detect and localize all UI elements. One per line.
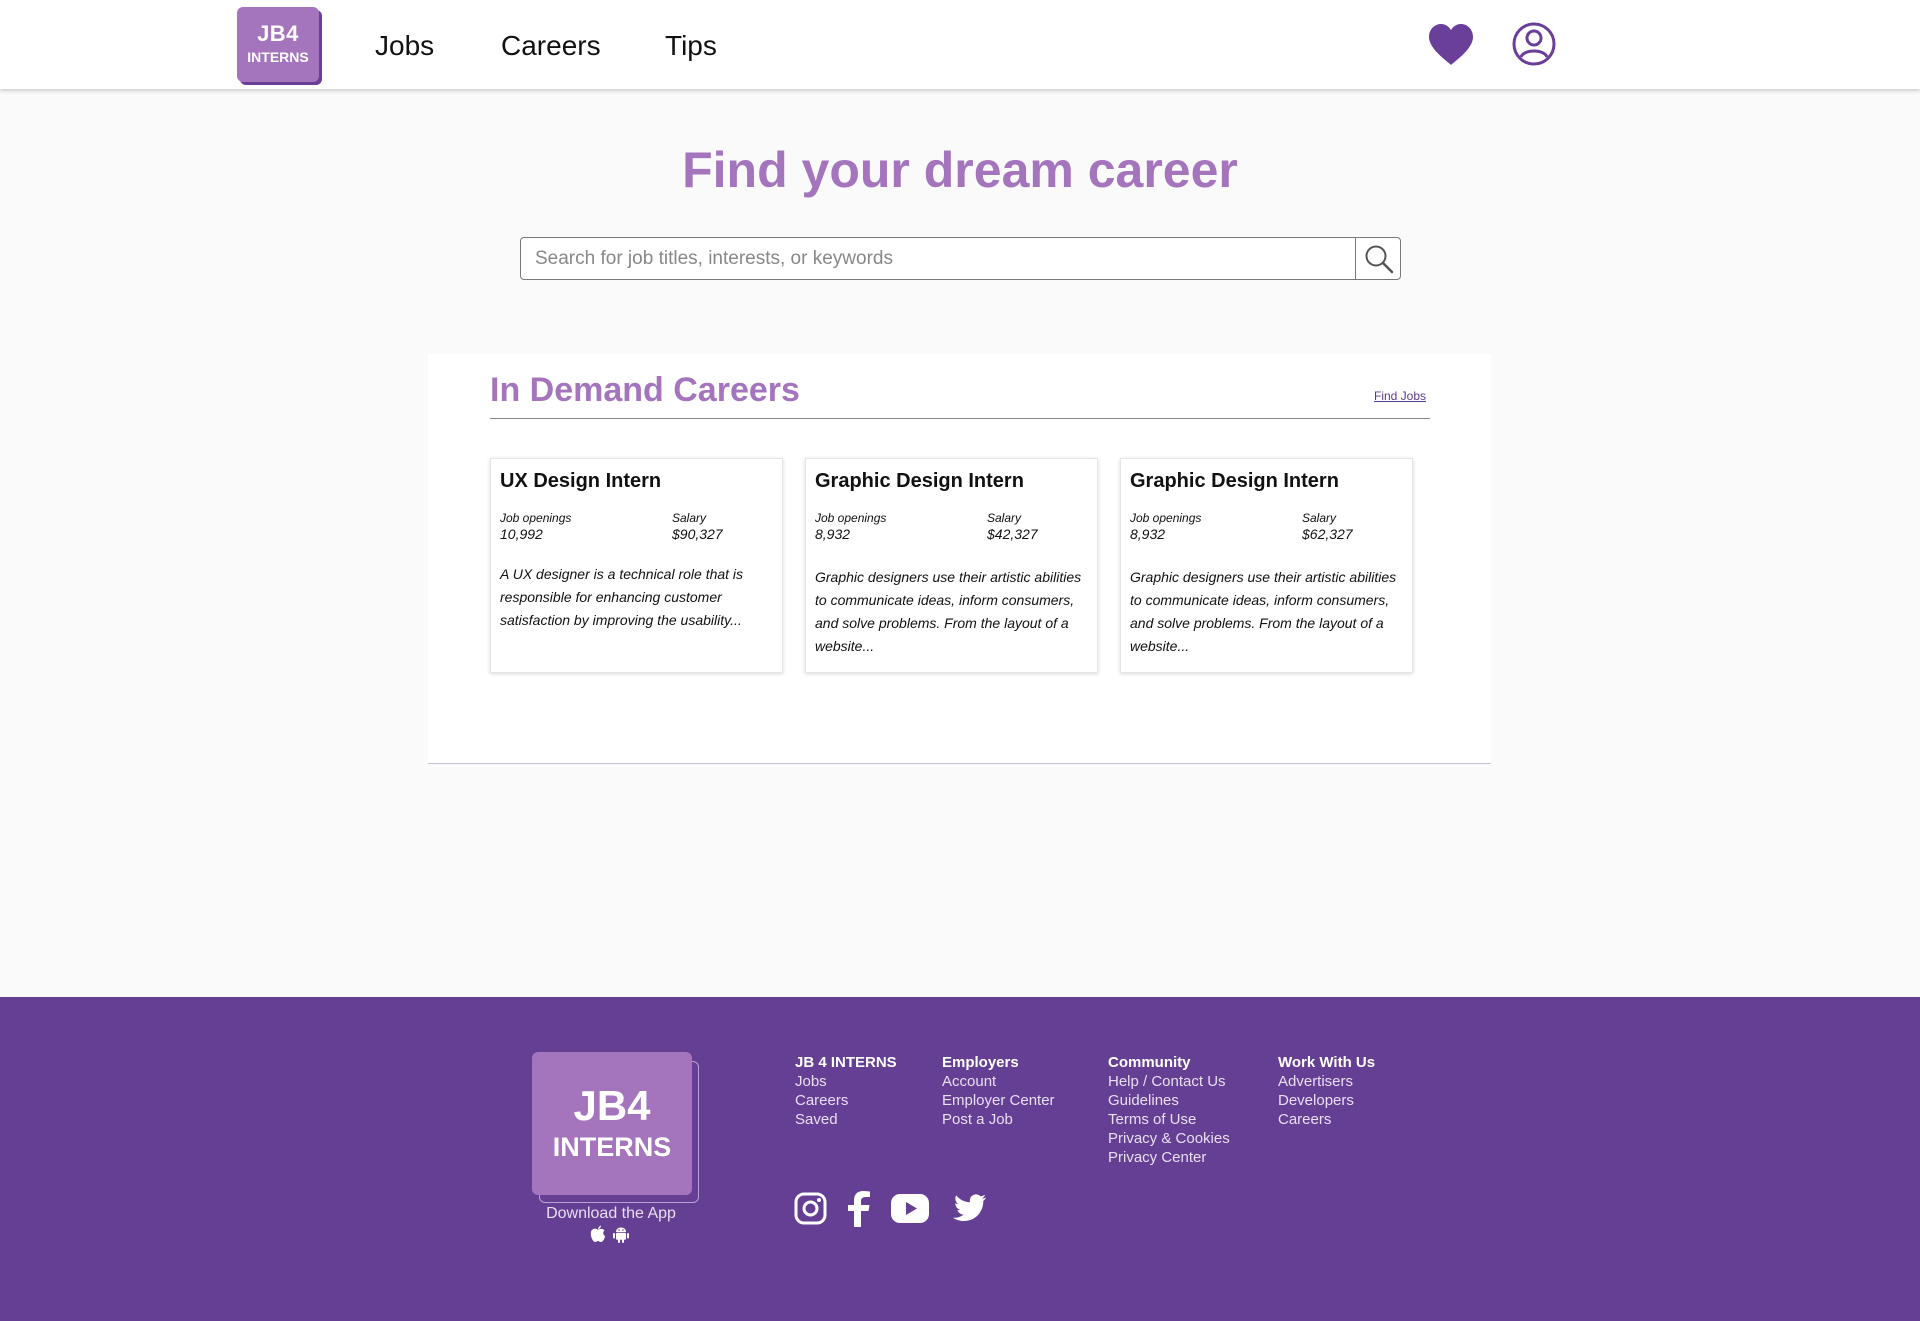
android-icon[interactable] <box>612 1225 630 1243</box>
footer-link-help[interactable]: Help / Contact Us <box>1108 1072 1230 1091</box>
top-navbar: JB4 INTERNS Jobs Careers Tips <box>0 0 1920 89</box>
heart-icon[interactable] <box>1428 24 1474 66</box>
footer-logo-line1: JB4 <box>573 1082 651 1129</box>
nav-jobs[interactable]: Jobs <box>375 29 434 63</box>
career-description: Graphic designers use their artistic abi… <box>815 569 1082 654</box>
career-title: Graphic Design Intern <box>1130 470 1339 492</box>
footer-col-community: Community Help / Contact Us Guidelines T… <box>1108 1053 1230 1167</box>
download-app-text: Download the App <box>546 1205 676 1222</box>
hero-title: Find your dream career <box>682 142 1238 198</box>
twitter-icon[interactable] <box>951 1194 987 1224</box>
footer-link-jobs[interactable]: Jobs <box>795 1072 897 1091</box>
search-bar <box>520 237 1401 280</box>
openings-value: 8,932 <box>1130 526 1166 542</box>
footer-col-heading: Employers <box>942 1054 1019 1071</box>
openings-block: Job openings 10,992 <box>500 511 571 543</box>
footer-col-work-with-us: Work With Us Advertisers Developers Care… <box>1278 1053 1375 1129</box>
section-divider <box>490 418 1430 419</box>
logo-line1: JB4 <box>257 21 299 46</box>
salary-label: Salary <box>672 511 707 525</box>
salary-label: Salary <box>1302 511 1337 525</box>
search-icon <box>1365 245 1394 274</box>
footer-col-heading: Community <box>1108 1054 1191 1071</box>
search-button[interactable] <box>1355 238 1400 279</box>
footer-link-employer-center[interactable]: Employer Center <box>942 1091 1055 1110</box>
nav-tips[interactable]: Tips <box>665 29 717 63</box>
openings-label: Job openings <box>500 511 572 525</box>
career-card[interactable]: UX Design Intern Job openings 10,992 Sal… <box>490 458 783 673</box>
footer-link-developers[interactable]: Developers <box>1278 1091 1375 1110</box>
openings-label: Job openings <box>815 511 887 525</box>
logo-line2: INTERNS <box>247 49 309 65</box>
career-description: A UX designer is a technical role that i… <box>500 566 744 628</box>
apple-icon[interactable] <box>590 1225 606 1243</box>
footer-link-post-job[interactable]: Post a Job <box>942 1110 1055 1129</box>
site-logo[interactable]: JB4 INTERNS <box>237 7 319 82</box>
footer-col-employers: Employers Account Employer Center Post a… <box>942 1053 1055 1129</box>
footer-col-jb4interns: JB 4 INTERNS Jobs Careers Saved <box>795 1053 897 1129</box>
salary-block: Salary $42,327 <box>987 511 1038 543</box>
find-jobs-link[interactable]: Find Jobs <box>1374 389 1426 403</box>
career-title: Graphic Design Intern <box>815 470 1024 492</box>
salary-value: $90,327 <box>672 526 723 542</box>
instagram-icon[interactable] <box>794 1192 827 1225</box>
search-input[interactable] <box>535 244 1345 274</box>
salary-label: Salary <box>987 511 1022 525</box>
openings-value: 8,932 <box>815 526 851 542</box>
openings-block: Job openings 8,932 <box>815 511 886 543</box>
openings-label: Job openings <box>1130 511 1202 525</box>
facebook-icon[interactable] <box>847 1191 871 1227</box>
career-title: UX Design Intern <box>500 470 662 492</box>
footer-link-careers[interactable]: Careers <box>1278 1110 1375 1129</box>
footer-col-heading: JB 4 INTERNS <box>795 1054 897 1071</box>
footer-logo[interactable]: JB4 INTERNS <box>532 1052 692 1195</box>
footer-link-privacy-center[interactable]: Privacy Center <box>1108 1148 1230 1167</box>
footer-link-guidelines[interactable]: Guidelines <box>1108 1091 1230 1110</box>
footer-link-advertisers[interactable]: Advertisers <box>1278 1072 1375 1091</box>
in-demand-section: In Demand Careers Find Jobs UX Design In… <box>428 354 1491 764</box>
footer-link-account[interactable]: Account <box>942 1072 1055 1091</box>
openings-block: Job openings 8,932 <box>1130 511 1201 543</box>
career-card[interactable]: Graphic Design Intern Job openings 8,932… <box>805 458 1098 673</box>
salary-block: Salary $62,327 <box>1302 511 1353 543</box>
footer-col-heading: Work With Us <box>1278 1054 1376 1071</box>
career-card[interactable]: Graphic Design Intern Job openings 8,932… <box>1120 458 1413 673</box>
section-title: In Demand Careers <box>490 371 800 409</box>
career-description: Graphic designers use their artistic abi… <box>1130 569 1397 654</box>
footer-link-saved[interactable]: Saved <box>795 1110 897 1129</box>
footer-link-careers[interactable]: Careers <box>795 1091 897 1110</box>
salary-value: $42,327 <box>987 526 1038 542</box>
salary-value: $62,327 <box>1302 526 1353 542</box>
user-circle-icon[interactable] <box>1512 22 1556 66</box>
footer-link-terms[interactable]: Terms of Use <box>1108 1110 1230 1129</box>
footer-link-privacy-cookies[interactable]: Privacy & Cookies <box>1108 1129 1230 1148</box>
salary-block: Salary $90,327 <box>672 511 723 543</box>
nav-careers[interactable]: Careers <box>501 29 601 63</box>
youtube-icon[interactable] <box>891 1194 929 1223</box>
footer-logo-line2: INTERNS <box>552 1132 672 1162</box>
site-footer: JB4 INTERNS Download the App JB 4 INTERN… <box>0 997 1920 1321</box>
openings-value: 10,992 <box>500 526 543 542</box>
